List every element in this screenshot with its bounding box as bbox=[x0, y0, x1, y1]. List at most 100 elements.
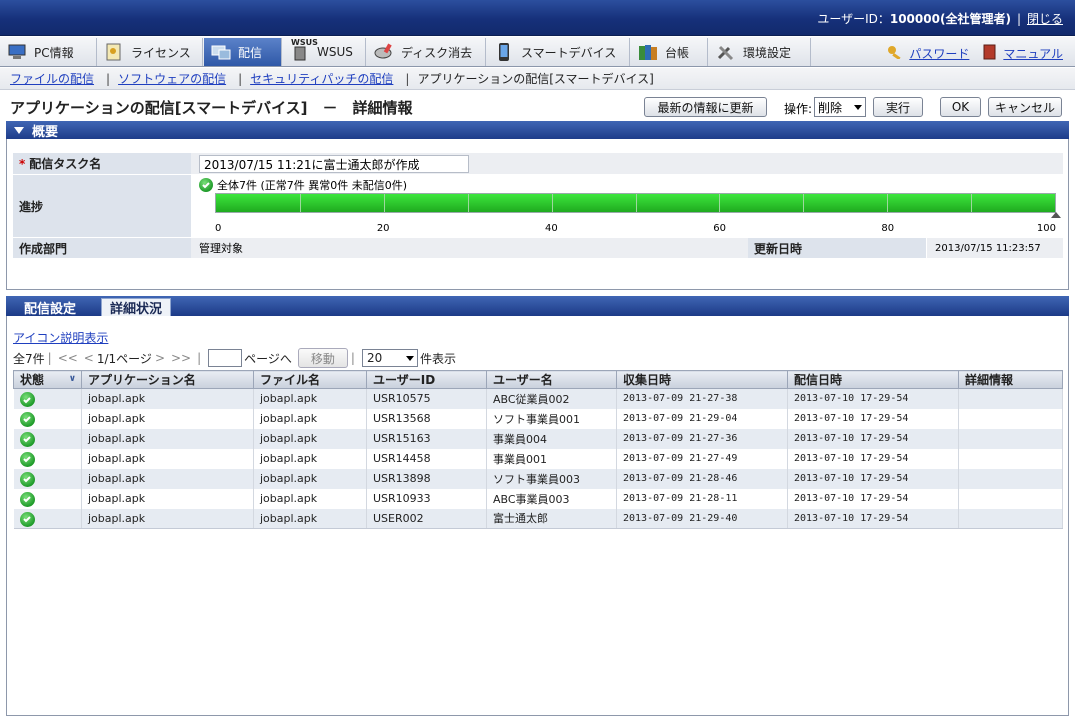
tab-settings[interactable]: 環境設定 bbox=[709, 38, 811, 66]
collected-cell: 2013-07-09 21-29-40 bbox=[616, 508, 788, 529]
separator: | bbox=[47, 351, 52, 365]
column-user-id[interactable]: ユーザーID bbox=[366, 370, 487, 389]
icon-legend-link[interactable]: アイコン説明表示 bbox=[13, 329, 108, 346]
progress-segment-divider bbox=[383, 194, 385, 212]
security-patch-link[interactable]: セキュリティパッチの配信 bbox=[250, 70, 393, 87]
tab-disk-erase[interactable]: ディスク消去 bbox=[367, 38, 486, 66]
sort-icon[interactable]: ∨ bbox=[69, 374, 76, 384]
operation-value: 削除 bbox=[818, 100, 843, 115]
manual-link[interactable]: マニュアル bbox=[1003, 45, 1063, 62]
settings-icon bbox=[715, 42, 737, 62]
file-name-cell: jobapl.apk bbox=[253, 428, 367, 449]
detail-panel: アイコン説明表示 全7件 | << < 1/1ページ > >> | ページへ 移… bbox=[6, 316, 1069, 716]
check-circle-icon bbox=[19, 451, 35, 467]
check-circle-icon bbox=[19, 411, 35, 427]
column-status[interactable]: 状態 ∨ bbox=[13, 370, 82, 389]
tab-wsus[interactable]: WSUS WSUS bbox=[283, 38, 366, 66]
status-cell bbox=[13, 508, 82, 529]
progress-tick-label: 80 bbox=[881, 223, 895, 234]
column-app-name[interactable]: アプリケーション名 bbox=[81, 370, 254, 389]
close-link[interactable]: 閉じる bbox=[1027, 12, 1063, 26]
manual-book-icon bbox=[983, 44, 997, 63]
progress-summary-text: 全体7件 (正常7件 異常0件 未配信0件) bbox=[217, 179, 408, 192]
tab-distribution-settings[interactable]: 配信設定 bbox=[16, 298, 84, 317]
breadcrumb: ファイルの配信 | ソフトウェアの配信 | セキュリティパッチの配信 | アプリ… bbox=[0, 68, 1075, 90]
collected-cell: 2013-07-09 21-27-38 bbox=[616, 388, 788, 409]
file-name-cell: jobapl.apk bbox=[253, 388, 367, 409]
main-nav: PC情報 ライセンス 配信 WSUS WSUS ディスク消去 スマートデバイス … bbox=[0, 37, 1075, 67]
password-link[interactable]: パスワード bbox=[909, 45, 969, 62]
column-user-name[interactable]: ユーザー名 bbox=[486, 370, 617, 389]
column-file-name[interactable]: ファイル名 bbox=[253, 370, 367, 389]
delivered-cell: 2013-07-10 17-29-54 bbox=[787, 488, 959, 509]
page-number-input[interactable] bbox=[208, 349, 243, 367]
app-name-cell: jobapl.apk bbox=[81, 408, 254, 429]
column-collected[interactable]: 収集日時 bbox=[616, 370, 788, 389]
table-row[interactable]: jobapl.apk jobapl.apk USR13898 ソフト事業員003 201… bbox=[13, 468, 1063, 489]
collected-cell: 2013-07-09 21-27-36 bbox=[616, 428, 788, 449]
progress-segment-divider bbox=[887, 194, 889, 212]
user-name-cell: 富士通太郎 bbox=[486, 508, 617, 529]
progress-tick-label: 40 bbox=[545, 223, 558, 234]
app-name-cell: jobapl.apk bbox=[81, 468, 254, 489]
details-cell bbox=[958, 448, 1063, 469]
details-cell bbox=[958, 408, 1063, 429]
updated-value: 2013/07/15 11:23:57 bbox=[927, 238, 1063, 258]
progress-segment-divider bbox=[971, 194, 973, 212]
table-row[interactable]: jobapl.apk jobapl.apk USR13568 ソフト事業員001 201… bbox=[13, 408, 1063, 429]
disk-erase-icon bbox=[373, 42, 395, 62]
ok-button[interactable]: OK bbox=[940, 97, 981, 117]
execute-button[interactable]: 実行 bbox=[873, 97, 923, 117]
tab-label: ライセンス bbox=[131, 45, 191, 60]
details-cell bbox=[958, 468, 1063, 489]
table-row[interactable]: jobapl.apk jobapl.apk USR15163 事業員004 2013-0… bbox=[13, 428, 1063, 449]
move-button[interactable]: 移動 bbox=[297, 348, 348, 368]
pager: 全7件 | << < 1/1ページ > >> | ページへ 移動 | 20 件表… bbox=[13, 348, 456, 368]
separator: | bbox=[405, 71, 410, 86]
detail-table: 状態 ∨ アプリケーション名 ファイル名 ユーザーID ユーザー名 収集日時 配信… bbox=[13, 370, 1063, 529]
user-name-cell: 事業員004 bbox=[486, 428, 617, 449]
collected-cell: 2013-07-09 21-29-04 bbox=[616, 408, 788, 429]
tab-pc-info[interactable]: PC情報 bbox=[0, 38, 97, 66]
column-label: 状態 bbox=[20, 373, 45, 387]
tab-detail-status[interactable]: 詳細状況 bbox=[101, 298, 172, 317]
operation-select[interactable]: 削除 bbox=[814, 97, 866, 117]
check-circle-icon bbox=[19, 392, 35, 407]
progress-tick-label: 100 bbox=[1036, 223, 1056, 234]
tab-distribution[interactable]: 配信 bbox=[204, 38, 282, 66]
check-circle-icon bbox=[19, 511, 35, 527]
file-distribution-link[interactable]: ファイルの配信 bbox=[10, 70, 94, 87]
tab-ledger[interactable]: 台帳 bbox=[631, 38, 708, 66]
title-bar: アプリケーションの配信[スマートデバイス] － 詳細情報 最新の情報に更新 操作… bbox=[0, 91, 1075, 121]
separator: | bbox=[106, 71, 111, 86]
overview-header[interactable]: 概要 bbox=[6, 121, 1069, 140]
task-name-field[interactable]: 2013/07/15 11:21に富士通太郎が作成 bbox=[199, 155, 469, 173]
last-page-button[interactable]: >> bbox=[171, 351, 191, 365]
table-row[interactable]: jobapl.apk jobapl.apk USR10575 ABC従業員002 201… bbox=[13, 388, 1063, 409]
next-page-button[interactable]: > bbox=[155, 351, 165, 365]
first-page-button[interactable]: << bbox=[58, 351, 78, 365]
refresh-button[interactable]: 最新の情報に更新 bbox=[644, 97, 767, 117]
table-row[interactable]: jobapl.apk jobapl.apk USER002 富士通太郎 2013-07-… bbox=[13, 508, 1063, 529]
collected-cell: 2013-07-09 21-28-11 bbox=[616, 488, 788, 509]
separator: | bbox=[350, 351, 355, 365]
cancel-button[interactable]: キャンセル bbox=[988, 97, 1062, 117]
table-row[interactable]: jobapl.apk jobapl.apk USR14458 事業員001 2013-0… bbox=[13, 448, 1063, 469]
app-name-cell: jobapl.apk bbox=[81, 448, 254, 469]
progress-scale: 0 20 40 60 80 100 bbox=[215, 223, 1056, 237]
user-id-cell: USR13568 bbox=[366, 408, 487, 429]
table-row[interactable]: jobapl.apk jobapl.apk USR10933 ABC事業員003 201… bbox=[13, 488, 1063, 509]
column-delivered[interactable]: 配信日時 bbox=[787, 370, 959, 389]
per-page-select[interactable]: 20 bbox=[361, 349, 418, 367]
top-header: ユーザーID：100000(全社管理者) | 閉じる bbox=[0, 0, 1075, 36]
column-details[interactable]: 詳細情報 bbox=[958, 370, 1063, 389]
software-distribution-link[interactable]: ソフトウェアの配信 bbox=[118, 70, 226, 87]
tab-smart-device[interactable]: スマートデバイス bbox=[487, 38, 630, 66]
updated-label: 更新日時 bbox=[748, 238, 926, 258]
prev-page-button[interactable]: < bbox=[84, 351, 94, 365]
user-name-cell: ABC従業員002 bbox=[486, 388, 617, 409]
overview-title: 概要 bbox=[32, 125, 59, 140]
tab-license[interactable]: ライセンス bbox=[97, 38, 203, 66]
tab-label: ディスク消去 bbox=[401, 45, 473, 60]
delivered-cell: 2013-07-10 17-29-54 bbox=[787, 428, 959, 449]
